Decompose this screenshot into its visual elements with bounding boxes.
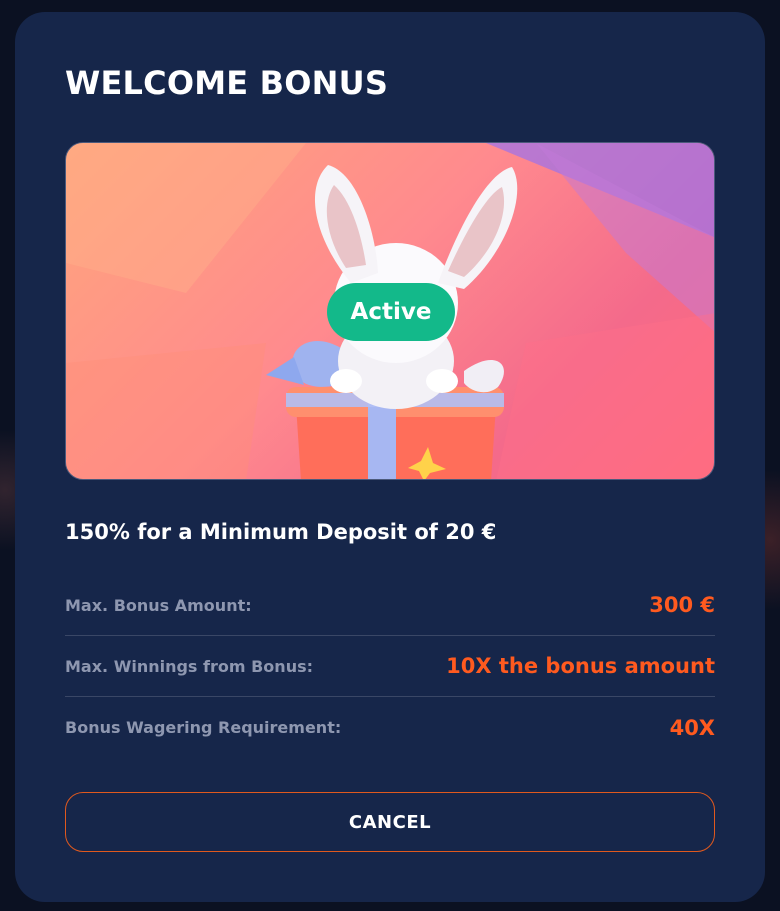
detail-label: Max. Winnings from Bonus: <box>65 656 313 676</box>
modal-title: WELCOME BONUS <box>65 64 389 102</box>
detail-value: 300 € <box>649 593 715 617</box>
cancel-button[interactable]: CANCEL <box>65 792 715 852</box>
detail-label: Max. Bonus Amount: <box>65 595 252 615</box>
detail-label: Bonus Wagering Requirement: <box>65 718 342 737</box>
detail-value: 40X <box>669 715 715 740</box>
welcome-bonus-modal: WELCOME BONUS Active 150% for a Minimum … <box>15 12 765 902</box>
bonus-banner: Active <box>65 142 715 480</box>
offer-headline: 150% for a Minimum Deposit of 20 € <box>65 520 497 544</box>
detail-value: 10X the bonus amount <box>446 654 715 678</box>
active-status-badge: Active <box>327 283 455 341</box>
detail-row-max-bonus: Max. Bonus Amount: 300 € <box>65 575 715 636</box>
detail-row-max-winnings: Max. Winnings from Bonus: 10X the bonus … <box>65 636 715 697</box>
detail-row-wagering: Bonus Wagering Requirement: 40X <box>65 697 715 758</box>
